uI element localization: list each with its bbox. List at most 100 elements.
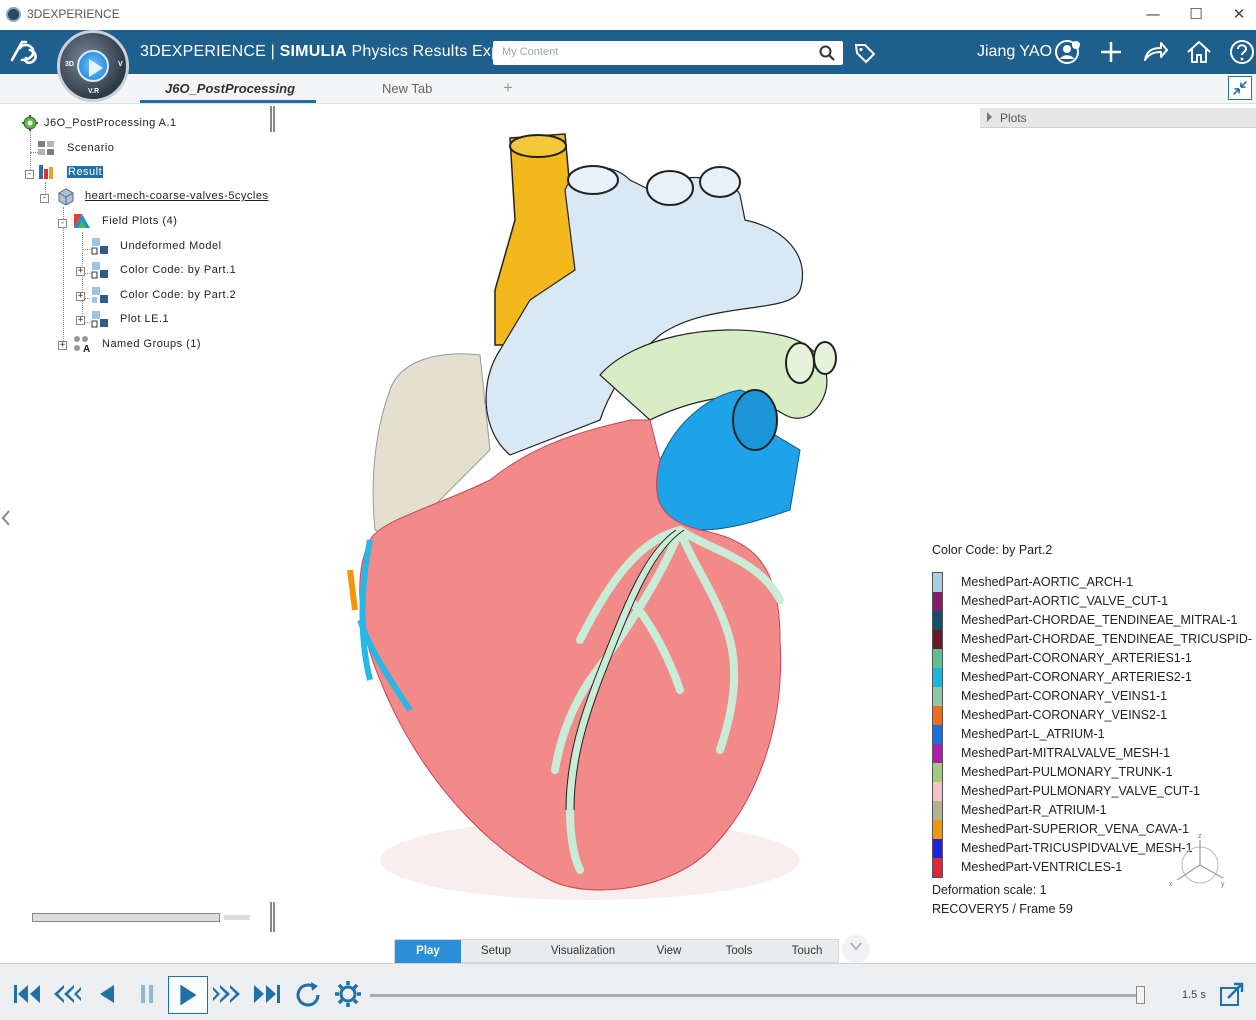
frame-slider-track[interactable]	[370, 994, 1145, 997]
minimize-icon[interactable]: —	[1142, 4, 1164, 24]
action-bar-collapse-icon[interactable]	[842, 935, 870, 963]
window-titlebar: 3DEXPERIENCE — ☐ ✕	[0, 0, 1256, 30]
tree-label-plot-le: Plot LE.1	[120, 313, 170, 325]
tree-label-colorcode1: Color Code: by Part.1	[120, 264, 237, 276]
svg-text:z: z	[1198, 833, 1202, 840]
expand-arrow-icon	[987, 112, 992, 122]
pause-icon[interactable]	[130, 978, 164, 1010]
collapse-view-icon[interactable]	[1228, 76, 1252, 100]
plots-label: Plots	[1000, 111, 1027, 125]
legend-label: MeshedPart-PULMONARY_VALVE_CUT-1	[961, 784, 1200, 798]
tab-play[interactable]: Play	[395, 940, 461, 963]
expand-named-groups-toggle[interactable]: +	[58, 341, 67, 350]
tag-icon[interactable]	[853, 41, 877, 65]
legend-label: MeshedPart-L_ATRIUM-1	[961, 727, 1105, 741]
last-frame-icon[interactable]	[250, 978, 284, 1010]
coronary-veins-orange	[347, 569, 358, 611]
aorta-opening-3	[699, 166, 741, 198]
frame-info: RECOVERY5 / Frame 59	[932, 902, 1073, 916]
expand-colorcode2-toggle[interactable]: +	[76, 292, 85, 301]
aorta-opening-2	[646, 170, 694, 206]
search-icon[interactable]	[819, 45, 835, 61]
tab-postprocessing[interactable]: J6O_PostProcessing	[165, 81, 295, 96]
export-icon[interactable]	[1218, 980, 1246, 1008]
expand-colorcode1-toggle[interactable]: +	[76, 267, 85, 276]
legend-item: MeshedPart-R_ATRIUM-1	[932, 801, 1256, 820]
field-plots-icon	[74, 214, 90, 228]
expand-fieldplots-toggle[interactable]: -	[58, 219, 67, 228]
first-frame-icon[interactable]	[10, 978, 44, 1010]
frame-slider-thumb[interactable]	[1136, 986, 1145, 1004]
tree-label-colorcode2: Color Code: by Part.2	[120, 289, 237, 301]
legend-item: MeshedPart-CHORDAE_TENDINEAE_TRICUSPID-	[932, 630, 1256, 649]
plot-icon	[92, 287, 108, 303]
help-icon[interactable]	[1228, 38, 1256, 66]
tab-tools[interactable]: Tools	[703, 940, 775, 963]
maximize-icon[interactable]: ☐	[1185, 4, 1207, 24]
plot-icon	[91, 262, 108, 279]
search-placeholder: My Content	[502, 46, 559, 58]
legend-label: MeshedPart-AORTIC_VALVE_CUT-1	[961, 594, 1169, 608]
legend-label: MeshedPart-CHORDAE_TENDINEAE_MITRAL-1	[961, 613, 1238, 627]
brand-prefix: 3DEXPERIENCE	[140, 43, 266, 60]
expand-plotle-toggle[interactable]: +	[76, 316, 85, 325]
collapse-panel-icon[interactable]	[0, 508, 12, 528]
ds-logo-icon[interactable]	[8, 38, 42, 72]
legend-label: MeshedPart-CORONARY_VEINS1-1	[961, 689, 1168, 703]
close-icon[interactable]: ✕	[1228, 4, 1250, 24]
result-icon	[39, 165, 53, 179]
process-gear-icon	[22, 115, 38, 131]
left-atrium-opening	[732, 389, 778, 451]
tab-setup[interactable]: Setup	[461, 940, 531, 963]
add-tab-button[interactable]: +	[503, 78, 513, 98]
compass-play-triangle	[89, 59, 103, 77]
tree-splitter-bottom[interactable]	[270, 902, 275, 932]
axis-triad-icon[interactable]: z x y	[1165, 830, 1230, 890]
tree-label-model: heart-mech-coarse-valves-5cycles	[85, 190, 269, 202]
heart-3d-model[interactable]	[330, 120, 850, 900]
search-input[interactable]: My Content	[493, 41, 843, 65]
plot-icon	[91, 311, 108, 328]
legend-item: MeshedPart-L_ATRIUM-1	[932, 725, 1256, 744]
compass-vr-label: V.R	[88, 88, 100, 95]
rewind-icon[interactable]	[50, 978, 84, 1010]
compass-play-icon[interactable]	[77, 50, 109, 82]
tree-label-undeformed: Undeformed Model	[120, 240, 222, 252]
legend-label: MeshedPart-AORTIC_ARCH-1	[961, 575, 1134, 589]
app-icon	[6, 7, 21, 22]
tab-visualization[interactable]: Visualization	[531, 940, 635, 963]
deformation-scale: Deformation scale: 1	[932, 883, 1047, 897]
legend-label: MeshedPart-R_ATRIUM-1	[961, 803, 1107, 817]
plots-panel-header[interactable]: Plots	[980, 108, 1256, 128]
fast-forward-icon[interactable]	[210, 978, 244, 1010]
add-icon[interactable]	[1097, 38, 1125, 66]
legend-label: MeshedPart-CORONARY_VEINS2-1	[961, 708, 1168, 722]
legend-item: MeshedPart-CORONARY_VEINS2-1	[932, 706, 1256, 725]
brand-separator: |	[266, 43, 280, 60]
action-bar: Play Setup Visualization View Tools Touc…	[394, 939, 839, 963]
share-icon[interactable]	[1141, 38, 1169, 66]
tree-scrollbar[interactable]	[32, 913, 220, 922]
settings-gear-icon[interactable]	[331, 978, 365, 1010]
top-bar: 3DEXPERIENCE | SIMULIA Physics Results E…	[0, 30, 1256, 74]
svg-text:x: x	[1169, 881, 1173, 888]
compass-3d-label: 3D	[65, 61, 74, 68]
expand-model-toggle[interactable]: -	[40, 194, 49, 203]
loop-icon[interactable]	[291, 978, 325, 1010]
user-avatar-icon[interactable]	[1054, 38, 1082, 66]
legend-item: MeshedPart-CORONARY_ARTERIES2-1	[932, 668, 1256, 687]
expand-result-toggle[interactable]: -	[25, 170, 34, 179]
tab-touch[interactable]: Touch	[775, 940, 839, 963]
play-icon[interactable]	[168, 976, 208, 1014]
user-name[interactable]: Jiang YAO	[977, 43, 1052, 61]
playback-speed[interactable]: 1.5 s	[1182, 989, 1206, 1001]
tab-new[interactable]: New Tab	[382, 81, 432, 96]
home-icon[interactable]	[1185, 38, 1213, 66]
step-back-icon[interactable]	[90, 978, 124, 1010]
model-icon	[58, 188, 74, 205]
compass-widget[interactable]: 3D V.R V	[57, 30, 129, 102]
tree-splitter[interactable]	[270, 106, 275, 132]
app-title: 3DEXPERIENCE | SIMULIA Physics Results E…	[140, 43, 514, 61]
tab-view[interactable]: View	[635, 940, 703, 963]
legend-colorbar-frame	[932, 572, 943, 878]
